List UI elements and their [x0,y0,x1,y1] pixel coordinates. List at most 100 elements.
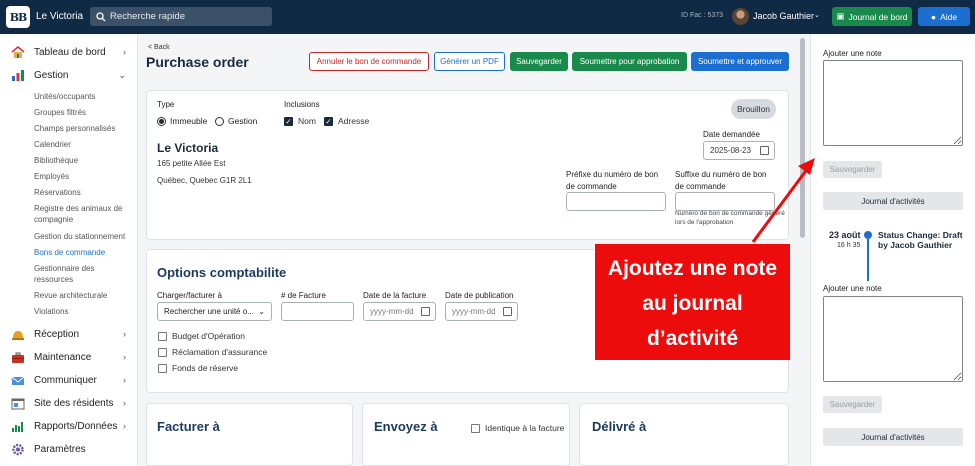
note-textarea[interactable] [823,60,963,146]
radio-unselected-icon [215,116,224,126]
date-requested-label: Date demandée [703,130,760,139]
deliver-to-card: Délivré à [579,403,789,466]
chevron-right-icon: › [123,421,126,431]
publish-date-input[interactable]: yyyy-mm-dd [445,302,518,321]
sidebar-subitem[interactable]: Registre des animaux de compagnie [34,203,130,225]
search-input[interactable] [110,11,270,22]
checkbox-label: Identique à la facture [485,423,565,433]
inclusion-adresse-checkbox[interactable]: Adresse [324,116,369,126]
checkbox-label: Réclamation d'assurance [172,347,268,357]
sidebar-subitem[interactable]: Unités/occupants [34,91,130,102]
sidebar-subitem[interactable]: Employés [34,171,130,182]
sidebar-subitem[interactable]: Revue architecturale [34,290,130,301]
chevron-right-icon: › [123,329,126,339]
sidebar-item-maintenance[interactable]: Maintenance › [10,350,128,364]
scrollbar-thumb[interactable] [800,38,805,238]
date-placeholder: yyyy-mm-dd [370,307,414,316]
sidebar-subitem[interactable]: Groupes filtrés [34,107,130,118]
sidebar-subitem[interactable]: Gestion du stationnement [34,231,130,242]
sidebar-item-label: Réception [34,328,80,340]
checkbox-label: Budget d'Opération [172,331,245,341]
prefix-label: Préfixe du numéro de bon de commande [566,170,659,191]
app-logo[interactable]: BB [6,6,30,28]
sidebar-item-parametres[interactable]: Paramètres [10,442,128,456]
date-value: 2025-08-23 [710,146,751,155]
sidebar-item-rapports[interactable]: Rapports/Données › [10,419,128,433]
timeline-line [867,239,869,281]
timeline-time: 16 h 35 [837,242,861,249]
checkbox-unchecked-icon [158,331,167,341]
search-box[interactable] [90,7,272,26]
prefix-input[interactable] [566,192,666,211]
submit-and-approve-button[interactable]: Soumettre et approuver [691,52,789,71]
invoice-number-input[interactable] [281,302,354,321]
sidebar-subitem[interactable]: Réservations [34,187,130,198]
chevron-down-icon[interactable]: ⌄ [814,11,820,19]
sidebar-subitem[interactable]: Calendrier [34,139,130,150]
sidebar-subitem[interactable]: Violations [34,306,130,317]
bell-icon [10,327,26,341]
radio-selected-icon [157,116,166,126]
submit-for-approval-button[interactable]: Soumettre pour approbation [572,52,687,71]
generate-pdf-button[interactable]: Générer un PDF [434,52,505,71]
sidebar-item-communiquer[interactable]: Communiquer › [10,373,128,387]
journal-button[interactable]: ▣ Journal de bord [832,7,912,26]
invoice-date-label: Date de la facture [363,291,427,300]
date-placeholder: yyyy-mm-dd [452,307,496,316]
checkbox-label: Adresse [338,116,370,126]
budget-checkbox[interactable]: Budget d'Opération [158,331,245,341]
sidebar-item-gestion[interactable]: Gestion ⌄ [10,68,128,82]
id-fac: ID Fac : 5373 [681,12,724,19]
activity-journal-button[interactable]: Journal d'activités [823,192,963,210]
sidebar-item-label: Maintenance [34,351,92,363]
activity-panel: Ajouter une note Sauvegarder Journal d'a… [810,34,975,466]
inclusion-nom-checkbox[interactable]: Nom [284,116,316,126]
radio-label: Gestion [228,116,258,126]
note-textarea[interactable] [823,296,963,382]
chart-icon [10,68,26,82]
type-radio-gestion[interactable]: Gestion [215,116,257,126]
checkbox-label: Fonds de réserve [172,363,239,373]
calendar-icon [503,307,512,316]
home-icon [10,45,26,59]
sidebar-subitem-purchase-orders[interactable]: Bons de commande [34,247,130,258]
inclusions-label: Inclusions [284,100,320,109]
save-note-button[interactable]: Sauvegarder [823,396,882,413]
ship-to-title: Envoyez à [374,419,438,434]
save-button[interactable]: Sauvegarder [510,52,568,71]
app-name[interactable]: Le Victoria [36,11,83,22]
back-link[interactable]: < Back [148,44,170,51]
search-icon [96,11,106,21]
checkbox-checked-icon [324,116,333,126]
avatar[interactable] [732,8,749,25]
same-as-invoice-checkbox[interactable]: Identique à la facture [471,423,564,433]
reserve-fund-checkbox[interactable]: Fonds de réserve [158,363,238,373]
sidebar-item-label: Gestion [34,69,69,81]
activity-journal-button[interactable]: Journal d'activités [823,428,963,446]
sidebar-subitem[interactable]: Champs personnalisés [34,123,130,134]
invoice-date-input[interactable]: yyyy-mm-dd [363,302,436,321]
sidebar-subitem[interactable]: Bibliothèque [34,155,130,166]
sidebar-item-site-residents[interactable]: Site des résidents › [10,396,128,410]
page-title: Purchase order [146,54,249,70]
sidebar-item-label: Rapports/Données [34,420,118,432]
sidebar-item-reception[interactable]: Réception › [10,327,128,341]
mail-icon [10,373,26,387]
help-button[interactable]: ● Aide [918,7,970,26]
sidebar-subitem[interactable]: Gestionnaire des ressources [34,263,130,285]
chevron-right-icon: › [123,47,126,57]
user-name[interactable]: Jacob Gauthier [753,11,814,21]
radio-label: Immeuble [170,116,208,126]
insurance-claim-checkbox[interactable]: Réclamation d'assurance [158,347,267,357]
calendar-icon [760,146,769,155]
address-line-1: 165 petite Allée Est [157,159,226,168]
date-requested-input[interactable]: 2025-08-23 [703,141,775,160]
charge-select[interactable]: Rechercher une unité o... ⌄ [157,302,272,321]
sidebar-item-dashboard[interactable]: Tableau de bord › [10,45,128,59]
checkbox-unchecked-icon [158,347,167,357]
gear-icon [10,442,26,456]
save-note-button[interactable]: Sauvegarder [823,161,882,178]
chevron-down-icon: ⌄ [258,307,265,316]
cancel-order-button[interactable]: Annuler le bon de commande [309,52,429,71]
type-radio-immeuble[interactable]: Immeuble [157,116,207,126]
